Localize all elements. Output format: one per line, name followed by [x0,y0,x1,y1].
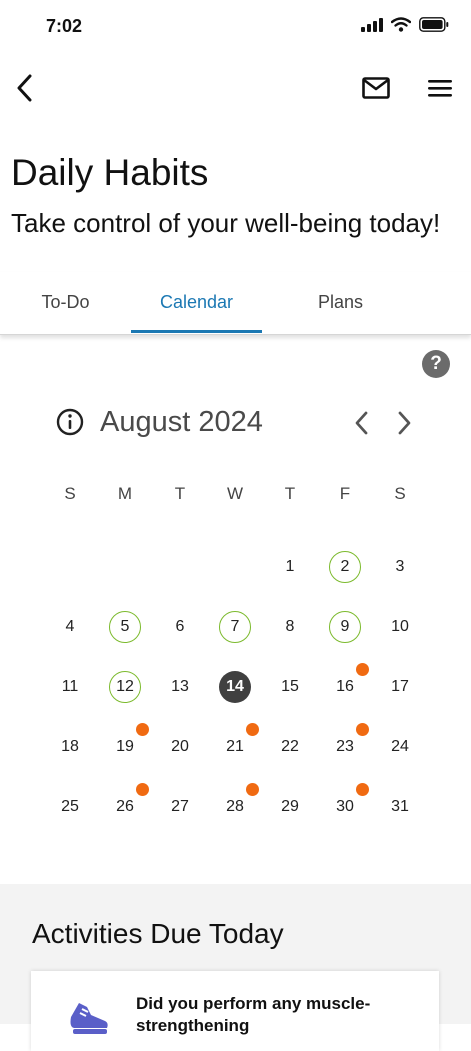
status-icons [361,17,449,32]
weekday-label: F [339,484,351,503]
sneaker-icon [70,1003,108,1034]
signal-icon [361,17,383,32]
calendar-day[interactable]: 13 [164,671,196,703]
activity-card[interactable]: Did you perform any muscle-strengthening [31,971,439,1051]
menu-button[interactable] [422,72,458,104]
calendar-day[interactable]: 28 [219,791,251,823]
calendar-day[interactable]: 20 [164,731,196,763]
calendar-day[interactable]: 27 [164,791,196,823]
calendar-day[interactable]: 30 [329,791,361,823]
calendar-day[interactable]: 29 [274,791,306,823]
calendar-day[interactable]: 23 [329,731,361,763]
calendar-day[interactable]: 2 [329,551,361,583]
scheduled-activity-dot [246,723,259,736]
calendar-day[interactable]: 15 [274,671,306,703]
page-title: Daily Habits [11,152,209,193]
scheduled-activity-dot [356,783,369,796]
calendar-day[interactable]: 9 [329,611,361,643]
calendar-day[interactable]: 25 [54,791,86,823]
calendar-day[interactable]: 31 [384,791,416,823]
weekday-label: M [117,484,133,503]
chevron-right-icon [398,411,411,435]
mail-button[interactable] [358,72,394,104]
previous-month-button[interactable] [348,408,374,438]
wifi-icon [391,17,411,32]
info-icon[interactable] [56,408,84,436]
calendar-day[interactable]: 24 [384,731,416,763]
tab-plans[interactable]: Plans [275,272,406,332]
calendar-day[interactable]: 5 [109,611,141,643]
scheduled-activity-dot [136,723,149,736]
calendar-day[interactable]: 18 [54,731,86,763]
calendar-day[interactable]: 17 [384,671,416,703]
calendar-day[interactable]: 1 [274,551,306,583]
calendar-day-today[interactable]: 14 [219,671,251,703]
tab-to-do[interactable]: To-Do [0,272,131,332]
next-month-button[interactable] [392,408,418,438]
battery-icon [419,17,449,32]
status-time: 7:02 [46,16,83,36]
tab-bar: To-Do Calendar Plans [0,272,471,335]
calendar-day[interactable]: 11 [54,671,86,703]
chevron-left-icon [355,411,368,435]
calendar-day[interactable]: 12 [109,671,141,703]
scheduled-activity-dot [356,723,369,736]
calendar-day[interactable]: 22 [274,731,306,763]
scheduled-activity-dot [246,783,259,796]
calendar-day[interactable]: 10 [384,611,416,643]
mail-icon [362,77,390,99]
scheduled-activity-dot [356,663,369,676]
calendar-day[interactable]: 4 [54,611,86,643]
calendar-day[interactable]: 21 [219,731,251,763]
calendar-day[interactable]: 26 [109,791,141,823]
tab-calendar[interactable]: Calendar [131,272,262,333]
chevron-left-icon [17,74,32,102]
weekday-label: T [284,484,296,503]
scheduled-activity-dot [136,783,149,796]
calendar-day[interactable]: 7 [219,611,251,643]
back-button[interactable] [8,70,40,106]
activity-question: Did you perform any muscle-strengthening [136,994,371,1035]
calendar-day[interactable]: 19 [109,731,141,763]
weekday-label: T [174,484,186,503]
help-button[interactable]: ? [422,350,450,378]
month-label: August 2024 [100,406,263,438]
weekday-label: W [226,484,244,503]
calendar-day[interactable]: 8 [274,611,306,643]
calendar-day[interactable]: 3 [384,551,416,583]
hamburger-icon [428,80,452,97]
weekday-label: S [64,484,76,503]
calendar-day[interactable]: 6 [164,611,196,643]
calendar-day[interactable]: 16 [329,671,361,703]
activities-title: Activities Due Today [32,918,284,949]
page-subtitle: Take control of your well-being today! [11,208,441,238]
weekday-label: S [394,484,406,503]
